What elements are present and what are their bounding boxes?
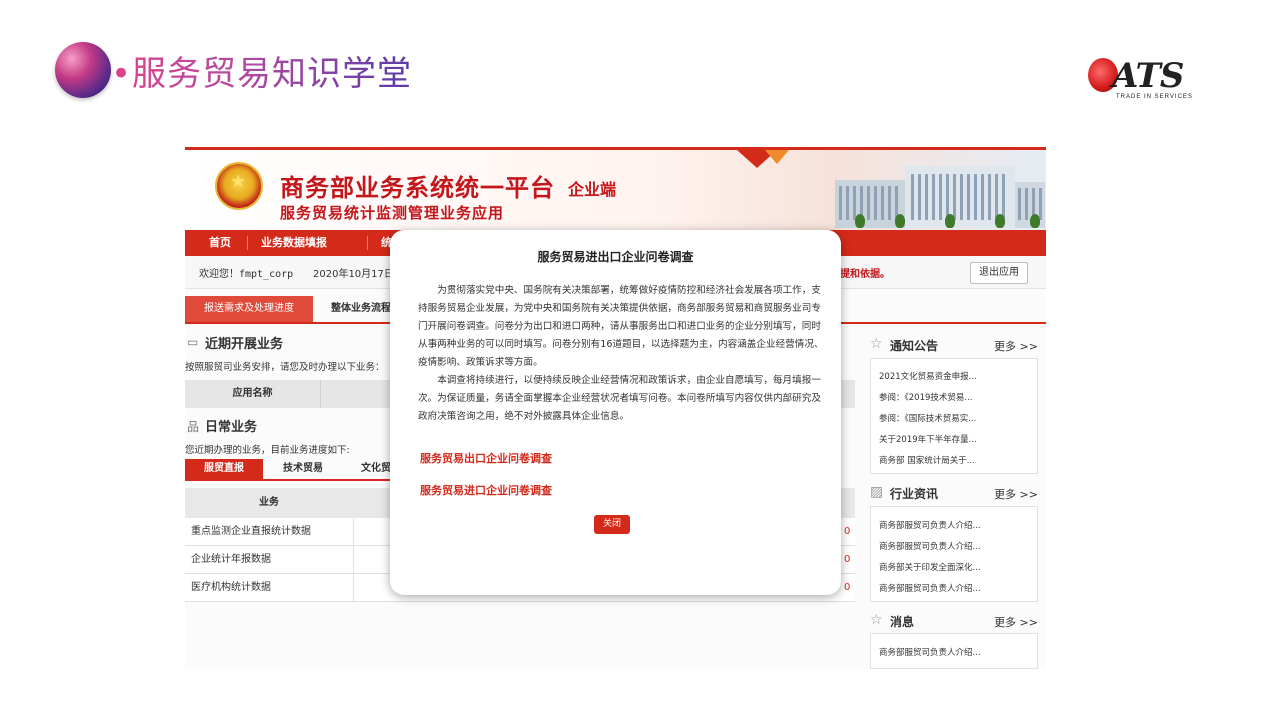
industry-item[interactable]: 商务部服贸司负责人介绍... xyxy=(879,582,981,594)
modal-body: 为贯彻落实党中央、国务院有关决策部署，统筹做好疫情防控和经济社会发展各项工作，支… xyxy=(418,282,830,426)
notice-item[interactable]: 商务部 国家统计局关于... xyxy=(879,454,975,466)
notice-panel-header: ☆ 通知公告 更多 >> xyxy=(870,334,1038,356)
messages-panel-header: ☆ 消息 更多 >> xyxy=(870,610,1038,632)
industry-panel-header: ▨ 行业资讯 更多 >> xyxy=(870,482,1038,504)
national-emblem-icon: ★ xyxy=(215,162,263,210)
slide-header: •服务贸易知识学堂 xyxy=(55,40,412,100)
messages-more-link[interactable]: 更多 >> xyxy=(994,614,1038,630)
nav-divider xyxy=(367,236,368,250)
daily-business-title: 日常业务 xyxy=(205,420,258,435)
org-chart-icon: 品 xyxy=(187,420,200,434)
business-name: 企业统计年报数据 xyxy=(191,554,271,565)
message-item[interactable]: 商务部服贸司负责人介绍... xyxy=(879,646,981,658)
messages-title: 消息 xyxy=(890,615,915,629)
notice-item[interactable]: 2021文化贸易资金申报... xyxy=(879,370,977,382)
tab-submission-progress[interactable]: 报送需求及处理进度 xyxy=(185,296,313,322)
cell-divider xyxy=(353,574,354,601)
notice-item[interactable]: 参阅：《国际技术贸易实... xyxy=(879,412,976,424)
import-survey-link[interactable]: 服务贸易进口企业问卷调查 xyxy=(420,482,552,498)
subtab-culture-trade[interactable]: 文化贸 xyxy=(361,459,391,479)
star-icon: ☆ xyxy=(870,612,883,628)
notice-item[interactable]: 参阅：《2019技术贸易... xyxy=(879,391,973,403)
modal-paragraph: 本调查将持续进行，以便持续反映企业经营情况和政策诉求，由企业自愿填写，每月填报一… xyxy=(418,375,821,422)
daily-business-desc: 您近期办理的业务，目前业务进度如下: xyxy=(185,445,350,456)
notice-title: 通知公告 xyxy=(890,339,939,353)
modal-title: 服务贸易进出口企业问卷调查 xyxy=(537,250,694,264)
notice-more-link[interactable]: 更多 >> xyxy=(994,338,1038,354)
ribbon-decoration-orange xyxy=(765,150,789,164)
notice-item[interactable]: 关于2019年下半年存量... xyxy=(879,433,977,445)
survey-modal: 服务贸易进出口企业问卷调查 为贯彻落实党中央、国务院有关决策部署，统筹做好疫情防… xyxy=(390,230,841,595)
calendar-icon: ▭ xyxy=(187,335,199,349)
recent-business-title: 近期开展业务 xyxy=(205,337,284,352)
business-name: 医疗机构统计数据 xyxy=(191,582,271,593)
business-count: 0 xyxy=(844,582,851,593)
notice-list: 2021文化贸易资金申报... 参阅：《2019技术贸易... 参阅：《国际技术… xyxy=(870,358,1038,474)
cell-divider xyxy=(353,546,354,573)
subtab-direct-report[interactable]: 服贸直报 xyxy=(185,459,263,479)
star-icon: ☆ xyxy=(870,336,883,352)
platform-title: 商务部业务系统统一平台 xyxy=(280,174,555,202)
image-icon: ▨ xyxy=(870,484,884,500)
ats-logo-word: ATS xyxy=(1112,56,1184,96)
notice-text: 提和依据。 xyxy=(840,269,890,280)
industry-title: 行业资讯 xyxy=(890,487,939,501)
business-name: 重点监测企业直报统计数据 xyxy=(191,526,311,537)
close-button[interactable]: 关闭 xyxy=(594,515,630,534)
nav-divider xyxy=(247,236,248,250)
industry-item[interactable]: 商务部关于印发全面深化... xyxy=(879,561,981,573)
export-survey-link[interactable]: 服务贸易出口企业问卷调查 xyxy=(420,450,552,466)
industry-more-link[interactable]: 更多 >> xyxy=(994,486,1038,502)
ats-logo-tagline: TRADE IN SERVICES xyxy=(1116,94,1193,100)
ats-logo: ATS TRADE IN SERVICES xyxy=(1088,56,1198,102)
platform-subtitle: 服务贸易统计监测管理业务应用 xyxy=(280,204,505,222)
business-column-header: 业务 xyxy=(259,497,279,508)
logout-button[interactable]: 退出应用 xyxy=(970,262,1028,284)
modal-paragraph: 为贯彻落实党中央、国务院有关决策部署，统筹做好疫情防控和经济社会发展各项工作，支… xyxy=(418,285,824,368)
recent-business-desc: 按照服贸司业务安排，请您及时办理以下业务： xyxy=(185,362,385,373)
industry-item[interactable]: 商务部服贸司负责人介绍... xyxy=(879,519,981,531)
nav-home[interactable]: 首页 xyxy=(209,230,231,256)
daily-subtabs: 服贸直报 技术贸易 文化贸 xyxy=(185,459,395,481)
building-illustration xyxy=(795,160,1045,230)
industry-list: 商务部服贸司负责人介绍... 商务部服贸司负责人介绍... 商务部关于印发全面深… xyxy=(870,506,1038,602)
sphere-logo-icon xyxy=(55,42,111,98)
slide-title: •服务贸易知识学堂 xyxy=(111,46,412,95)
nav-data-entry[interactable]: 业务数据填报 xyxy=(261,230,327,256)
business-count: 0 xyxy=(844,526,851,537)
cell-divider xyxy=(353,518,354,545)
subtab-tech-trade[interactable]: 技术贸易 xyxy=(283,459,323,479)
header-divider xyxy=(320,380,321,408)
portal-banner: ★ 商务部业务系统统一平台 企业端 服务贸易统计监测管理业务应用 xyxy=(185,150,1046,230)
industry-item[interactable]: 商务部服贸司负责人介绍... xyxy=(879,540,981,552)
tab-overall-process[interactable]: 整体业务流程 xyxy=(331,296,391,322)
messages-list: 商务部服贸司负责人介绍... xyxy=(870,633,1038,669)
business-count: 0 xyxy=(844,554,851,565)
platform-suffix: 企业端 xyxy=(568,180,617,199)
welcome-text: 欢迎您！fmpt_corp xyxy=(199,269,294,280)
app-name-header: 应用名称 xyxy=(232,388,273,399)
